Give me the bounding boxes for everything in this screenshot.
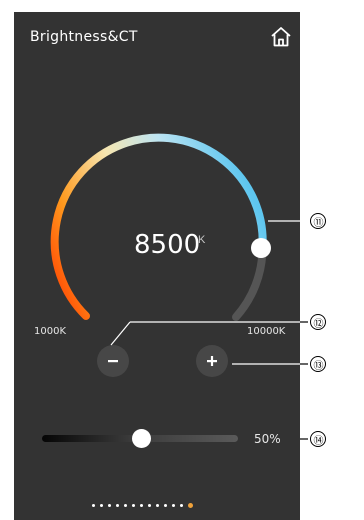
callout-14: ⑭ bbox=[310, 431, 326, 447]
callout-12: ⑫ bbox=[310, 314, 326, 330]
callout-lines bbox=[110, 220, 308, 440]
callout-13: ⑬ bbox=[310, 356, 326, 372]
callout-11: ⑪ bbox=[310, 213, 326, 229]
